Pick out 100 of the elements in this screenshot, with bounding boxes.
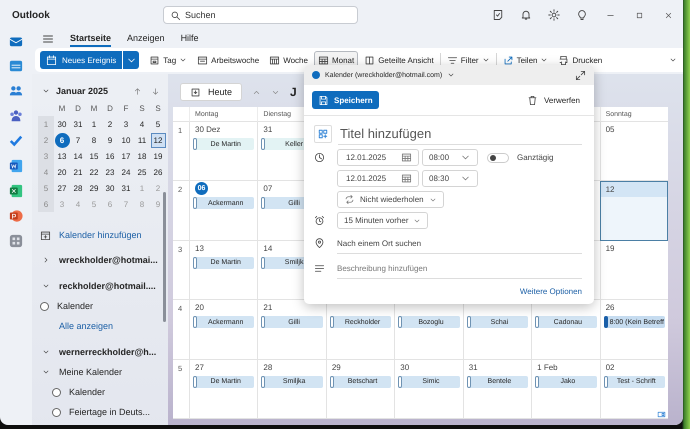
maximize-icon[interactable] (635, 10, 644, 20)
week-number: 2 (38, 132, 54, 148)
radio-button[interactable] (52, 388, 61, 396)
calendar-day[interactable]: 12 (150, 132, 166, 148)
day-cell[interactable]: 12 (600, 181, 668, 241)
calendar-item[interactable]: Kalender (38, 382, 160, 402)
day-view-button[interactable]: Tag (145, 51, 192, 69)
calendar-day[interactable]: 21 (70, 164, 86, 180)
share-button[interactable]: Teilen (498, 51, 552, 69)
menu-icon[interactable] (42, 33, 54, 45)
checklist-icon[interactable] (492, 9, 504, 21)
repeat-dropdown[interactable]: Nicht wiederholen (337, 191, 444, 208)
week-number: 3 (38, 148, 54, 164)
add-calendar-link[interactable]: Kalender hinzufügen (38, 226, 160, 244)
chevron-down-icon[interactable] (447, 71, 456, 79)
calendar-day[interactable]: 17 (118, 148, 134, 164)
arrow-up-icon[interactable] (133, 86, 142, 96)
calendar-day[interactable]: 3 (118, 116, 134, 132)
new-event-button[interactable]: Neues Ereignis (40, 51, 122, 69)
calendar-day[interactable]: 18 (134, 148, 150, 164)
week-number: 4 (38, 164, 54, 180)
chevron-down-icon[interactable] (669, 56, 677, 64)
calendar-day[interactable]: 1 (86, 116, 102, 132)
radio-button[interactable] (40, 302, 49, 310)
calendar-day[interactable]: 10 (118, 132, 134, 148)
day-cell[interactable]: 19 (600, 240, 668, 300)
time-dropdown[interactable]: 08:00 (422, 149, 478, 166)
calendar-day[interactable]: 9 (102, 132, 118, 148)
calendar-day[interactable]: 24 (118, 164, 134, 180)
settings-icon[interactable] (548, 9, 560, 21)
calendar-day[interactable]: 19 (150, 148, 166, 164)
calendar-day[interactable]: 14 (70, 148, 86, 164)
calendar-day[interactable]: 30 (54, 116, 70, 132)
date-field[interactable]: 12.01.2025 (337, 170, 419, 187)
scrollbar[interactable] (163, 192, 166, 322)
print-button[interactable]: Drucken (554, 51, 606, 69)
calendar-day[interactable]: 13 (54, 148, 70, 164)
save-icon (318, 94, 329, 106)
calendar-day[interactable]: 23 (102, 164, 118, 180)
document-app-icon[interactable] (9, 159, 23, 173)
date-field[interactable]: 12.01.2025 (337, 149, 419, 166)
bell-icon[interactable] (520, 9, 532, 21)
show-all-link[interactable]: Alle anzeigen (38, 316, 160, 336)
calendar-item[interactable]: Feiertage in Deuts... (38, 402, 160, 422)
day-number: 27 (195, 362, 204, 372)
calendar-day[interactable]: 27 (54, 180, 70, 196)
split-view-button[interactable]: Geteilte Ansicht (360, 51, 438, 69)
calendar-day[interactable]: 20 (54, 164, 70, 180)
calendar-day[interactable]: 5 (150, 116, 166, 132)
chevron-down-icon[interactable] (42, 87, 50, 95)
lightbulb-icon[interactable] (576, 9, 588, 21)
calendar-day[interactable]: 4 (134, 116, 150, 132)
category-icon[interactable] (314, 124, 332, 142)
reminder-dropdown[interactable]: 15 Minuten vorher (337, 212, 428, 229)
dropdown-button[interactable] (123, 51, 140, 69)
calendar-day[interactable]: 8 (86, 132, 102, 148)
calendar-day[interactable]: 22 (86, 164, 102, 180)
calendar-day[interactable]: 31 (118, 180, 134, 196)
time-dropdown[interactable]: 08:30 (422, 170, 478, 187)
calendar-day[interactable]: 31 (70, 116, 86, 132)
expand-icon[interactable] (575, 70, 586, 80)
group-icon[interactable] (9, 109, 23, 123)
save-button[interactable]: Speichern (312, 91, 379, 109)
calendar-day[interactable]: 2 (102, 116, 118, 132)
spreadsheet-app-icon[interactable] (9, 184, 23, 198)
arrow-down-icon[interactable] (151, 86, 160, 96)
account-header[interactable]: wreckholder@hotmai... (38, 250, 160, 270)
calendar-day[interactable]: 6 (54, 132, 70, 148)
calendar-day[interactable]: 15 (86, 148, 102, 164)
radio-button[interactable] (52, 408, 61, 416)
calendar-day[interactable]: 16 (102, 148, 118, 164)
calendar-day[interactable]: 25 (134, 164, 150, 180)
panel-icon[interactable] (657, 410, 666, 419)
apps-icon[interactable] (9, 234, 23, 248)
presentation-app-icon[interactable] (9, 209, 23, 223)
calendar-day[interactable]: 28 (70, 180, 86, 196)
calendar-day[interactable]: 7 (70, 132, 86, 148)
search-field[interactable]: Suchen (185, 7, 351, 23)
ribbon-tab[interactable]: Hilfe (180, 31, 199, 47)
filter-button[interactable]: Filter (442, 51, 494, 69)
account-header[interactable]: reckholder@hotmail.... (38, 276, 160, 296)
checkmark-icon[interactable] (9, 134, 23, 148)
toggle-switch[interactable] (487, 152, 509, 162)
today-button[interactable]: Heute (180, 83, 242, 101)
day-number: 21 (263, 303, 272, 312)
calendar-group[interactable]: Meine Kalender (38, 362, 160, 382)
workweek-view-button[interactable]: Arbeitswoche (193, 51, 264, 69)
search-box[interactable]: Suchen (163, 6, 358, 24)
ribbon-tab[interactable]: Anzeigen (127, 31, 165, 47)
people-icon[interactable] (9, 84, 23, 98)
more-options-link[interactable]: Weitere Optionen (520, 287, 582, 296)
calendar-day[interactable]: 26 (150, 164, 166, 180)
calendar-day[interactable]: 30 (102, 180, 118, 196)
calendar-day[interactable]: 11 (134, 132, 150, 148)
calendar-day[interactable]: 29 (86, 180, 102, 196)
week-view-button[interactable]: Woche (265, 51, 312, 69)
close-icon[interactable] (664, 10, 673, 20)
account-header[interactable]: wernerreckholder@h... (38, 342, 160, 362)
discard-button[interactable]: Verwerfen (526, 94, 580, 106)
calendar-item[interactable]: Kalender (38, 296, 160, 316)
